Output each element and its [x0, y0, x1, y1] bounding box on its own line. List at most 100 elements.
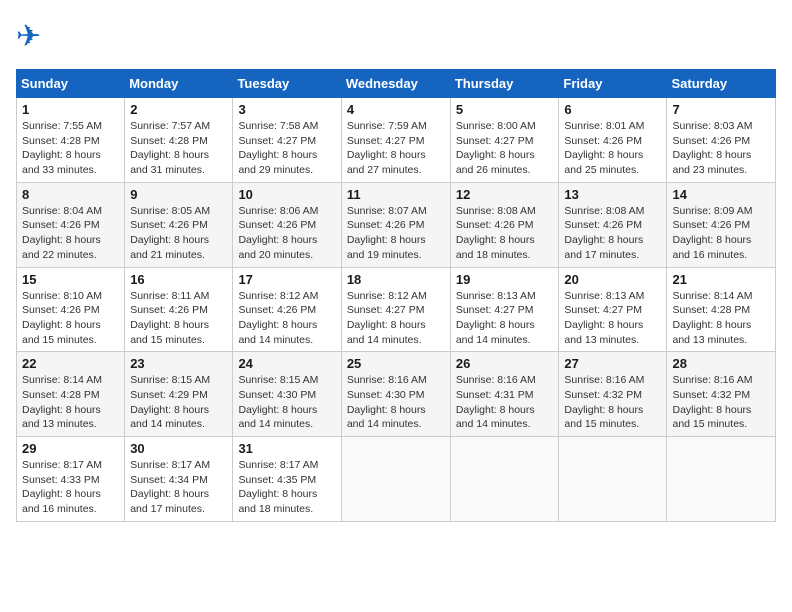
- day-number: 9: [130, 187, 227, 202]
- calendar-cell: 19 Sunrise: 8:13 AMSunset: 4:27 PMDaylig…: [450, 267, 559, 352]
- calendar-cell: [667, 437, 776, 522]
- day-info: Sunrise: 8:12 AMSunset: 4:27 PMDaylight:…: [347, 290, 427, 346]
- day-info: Sunrise: 8:13 AMSunset: 4:27 PMDaylight:…: [456, 290, 536, 346]
- day-info: Sunrise: 8:17 AMSunset: 4:35 PMDaylight:…: [238, 459, 318, 515]
- day-number: 1: [22, 102, 119, 117]
- day-number: 24: [238, 356, 335, 371]
- day-info: Sunrise: 8:04 AMSunset: 4:26 PMDaylight:…: [22, 205, 102, 261]
- calendar-cell: 16 Sunrise: 8:11 AMSunset: 4:26 PMDaylig…: [125, 267, 233, 352]
- calendar-week-row: 29 Sunrise: 8:17 AMSunset: 4:33 PMDaylig…: [17, 437, 776, 522]
- day-number: 19: [456, 272, 554, 287]
- day-number: 23: [130, 356, 227, 371]
- calendar-cell: [341, 437, 450, 522]
- day-info: Sunrise: 8:10 AMSunset: 4:26 PMDaylight:…: [22, 290, 102, 346]
- calendar-cell: 3 Sunrise: 7:58 AMSunset: 4:27 PMDayligh…: [233, 98, 341, 183]
- day-info: Sunrise: 7:57 AMSunset: 4:28 PMDaylight:…: [130, 120, 210, 176]
- day-number: 10: [238, 187, 335, 202]
- calendar-cell: 30 Sunrise: 8:17 AMSunset: 4:34 PMDaylig…: [125, 437, 233, 522]
- weekday-header-friday: Friday: [559, 70, 667, 98]
- calendar-cell: 13 Sunrise: 8:08 AMSunset: 4:26 PMDaylig…: [559, 182, 667, 267]
- calendar-cell: 23 Sunrise: 8:15 AMSunset: 4:29 PMDaylig…: [125, 352, 233, 437]
- day-info: Sunrise: 8:09 AMSunset: 4:26 PMDaylight:…: [672, 205, 752, 261]
- day-number: 14: [672, 187, 770, 202]
- day-info: Sunrise: 7:59 AMSunset: 4:27 PMDaylight:…: [347, 120, 427, 176]
- day-info: Sunrise: 8:16 AMSunset: 4:32 PMDaylight:…: [672, 374, 752, 430]
- calendar-cell: 25 Sunrise: 8:16 AMSunset: 4:30 PMDaylig…: [341, 352, 450, 437]
- weekday-header-tuesday: Tuesday: [233, 70, 341, 98]
- calendar-cell: 6 Sunrise: 8:01 AMSunset: 4:26 PMDayligh…: [559, 98, 667, 183]
- day-number: 7: [672, 102, 770, 117]
- calendar-cell: 29 Sunrise: 8:17 AMSunset: 4:33 PMDaylig…: [17, 437, 125, 522]
- day-number: 29: [22, 441, 119, 456]
- weekday-header-thursday: Thursday: [450, 70, 559, 98]
- calendar-cell: 2 Sunrise: 7:57 AMSunset: 4:28 PMDayligh…: [125, 98, 233, 183]
- day-info: Sunrise: 8:17 AMSunset: 4:34 PMDaylight:…: [130, 459, 210, 515]
- svg-text:✈: ✈: [16, 20, 41, 52]
- calendar-cell: 27 Sunrise: 8:16 AMSunset: 4:32 PMDaylig…: [559, 352, 667, 437]
- day-info: Sunrise: 8:15 AMSunset: 4:30 PMDaylight:…: [238, 374, 318, 430]
- weekday-header-wednesday: Wednesday: [341, 70, 450, 98]
- day-info: Sunrise: 8:16 AMSunset: 4:30 PMDaylight:…: [347, 374, 427, 430]
- day-info: Sunrise: 8:11 AMSunset: 4:26 PMDaylight:…: [130, 290, 209, 346]
- day-info: Sunrise: 8:06 AMSunset: 4:26 PMDaylight:…: [238, 205, 318, 261]
- calendar-cell: 8 Sunrise: 8:04 AMSunset: 4:26 PMDayligh…: [17, 182, 125, 267]
- calendar-cell: 15 Sunrise: 8:10 AMSunset: 4:26 PMDaylig…: [17, 267, 125, 352]
- page-header: ✈: [16, 16, 776, 57]
- day-info: Sunrise: 8:07 AMSunset: 4:26 PMDaylight:…: [347, 205, 427, 261]
- day-info: Sunrise: 8:16 AMSunset: 4:31 PMDaylight:…: [456, 374, 536, 430]
- day-info: Sunrise: 8:13 AMSunset: 4:27 PMDaylight:…: [564, 290, 644, 346]
- day-info: Sunrise: 8:08 AMSunset: 4:26 PMDaylight:…: [456, 205, 536, 261]
- day-number: 31: [238, 441, 335, 456]
- day-info: Sunrise: 8:16 AMSunset: 4:32 PMDaylight:…: [564, 374, 644, 430]
- day-info: Sunrise: 8:15 AMSunset: 4:29 PMDaylight:…: [130, 374, 210, 430]
- logo-icon: ✈: [16, 16, 60, 57]
- day-number: 20: [564, 272, 661, 287]
- day-number: 17: [238, 272, 335, 287]
- calendar-cell: 18 Sunrise: 8:12 AMSunset: 4:27 PMDaylig…: [341, 267, 450, 352]
- calendar-week-row: 8 Sunrise: 8:04 AMSunset: 4:26 PMDayligh…: [17, 182, 776, 267]
- calendar-week-row: 22 Sunrise: 8:14 AMSunset: 4:28 PMDaylig…: [17, 352, 776, 437]
- day-number: 3: [238, 102, 335, 117]
- day-info: Sunrise: 8:03 AMSunset: 4:26 PMDaylight:…: [672, 120, 752, 176]
- day-number: 22: [22, 356, 119, 371]
- day-number: 8: [22, 187, 119, 202]
- weekday-header-monday: Monday: [125, 70, 233, 98]
- day-info: Sunrise: 7:55 AMSunset: 4:28 PMDaylight:…: [22, 120, 102, 176]
- calendar-week-row: 15 Sunrise: 8:10 AMSunset: 4:26 PMDaylig…: [17, 267, 776, 352]
- day-number: 2: [130, 102, 227, 117]
- day-number: 12: [456, 187, 554, 202]
- calendar-cell: 10 Sunrise: 8:06 AMSunset: 4:26 PMDaylig…: [233, 182, 341, 267]
- calendar-cell: 5 Sunrise: 8:00 AMSunset: 4:27 PMDayligh…: [450, 98, 559, 183]
- day-number: 28: [672, 356, 770, 371]
- day-info: Sunrise: 8:05 AMSunset: 4:26 PMDaylight:…: [130, 205, 210, 261]
- calendar-cell: 11 Sunrise: 8:07 AMSunset: 4:26 PMDaylig…: [341, 182, 450, 267]
- day-number: 4: [347, 102, 445, 117]
- calendar-cell: [450, 437, 559, 522]
- calendar-cell: 17 Sunrise: 8:12 AMSunset: 4:26 PMDaylig…: [233, 267, 341, 352]
- calendar-cell: 12 Sunrise: 8:08 AMSunset: 4:26 PMDaylig…: [450, 182, 559, 267]
- day-number: 30: [130, 441, 227, 456]
- logo: ✈: [16, 16, 64, 57]
- day-info: Sunrise: 8:17 AMSunset: 4:33 PMDaylight:…: [22, 459, 102, 515]
- day-info: Sunrise: 8:12 AMSunset: 4:26 PMDaylight:…: [238, 290, 318, 346]
- calendar-cell: 14 Sunrise: 8:09 AMSunset: 4:26 PMDaylig…: [667, 182, 776, 267]
- calendar-cell: 20 Sunrise: 8:13 AMSunset: 4:27 PMDaylig…: [559, 267, 667, 352]
- day-number: 27: [564, 356, 661, 371]
- day-info: Sunrise: 8:14 AMSunset: 4:28 PMDaylight:…: [672, 290, 752, 346]
- day-info: Sunrise: 8:01 AMSunset: 4:26 PMDaylight:…: [564, 120, 644, 176]
- day-number: 21: [672, 272, 770, 287]
- day-info: Sunrise: 8:08 AMSunset: 4:26 PMDaylight:…: [564, 205, 644, 261]
- calendar-cell: 24 Sunrise: 8:15 AMSunset: 4:30 PMDaylig…: [233, 352, 341, 437]
- day-number: 18: [347, 272, 445, 287]
- calendar-cell: 7 Sunrise: 8:03 AMSunset: 4:26 PMDayligh…: [667, 98, 776, 183]
- calendar-cell: [559, 437, 667, 522]
- calendar-cell: 26 Sunrise: 8:16 AMSunset: 4:31 PMDaylig…: [450, 352, 559, 437]
- day-number: 15: [22, 272, 119, 287]
- calendar-header-row: SundayMondayTuesdayWednesdayThursdayFrid…: [17, 70, 776, 98]
- day-info: Sunrise: 8:14 AMSunset: 4:28 PMDaylight:…: [22, 374, 102, 430]
- calendar-table: SundayMondayTuesdayWednesdayThursdayFrid…: [16, 69, 776, 522]
- day-info: Sunrise: 7:58 AMSunset: 4:27 PMDaylight:…: [238, 120, 318, 176]
- day-number: 25: [347, 356, 445, 371]
- calendar-body: 1 Sunrise: 7:55 AMSunset: 4:28 PMDayligh…: [17, 98, 776, 522]
- calendar-cell: 9 Sunrise: 8:05 AMSunset: 4:26 PMDayligh…: [125, 182, 233, 267]
